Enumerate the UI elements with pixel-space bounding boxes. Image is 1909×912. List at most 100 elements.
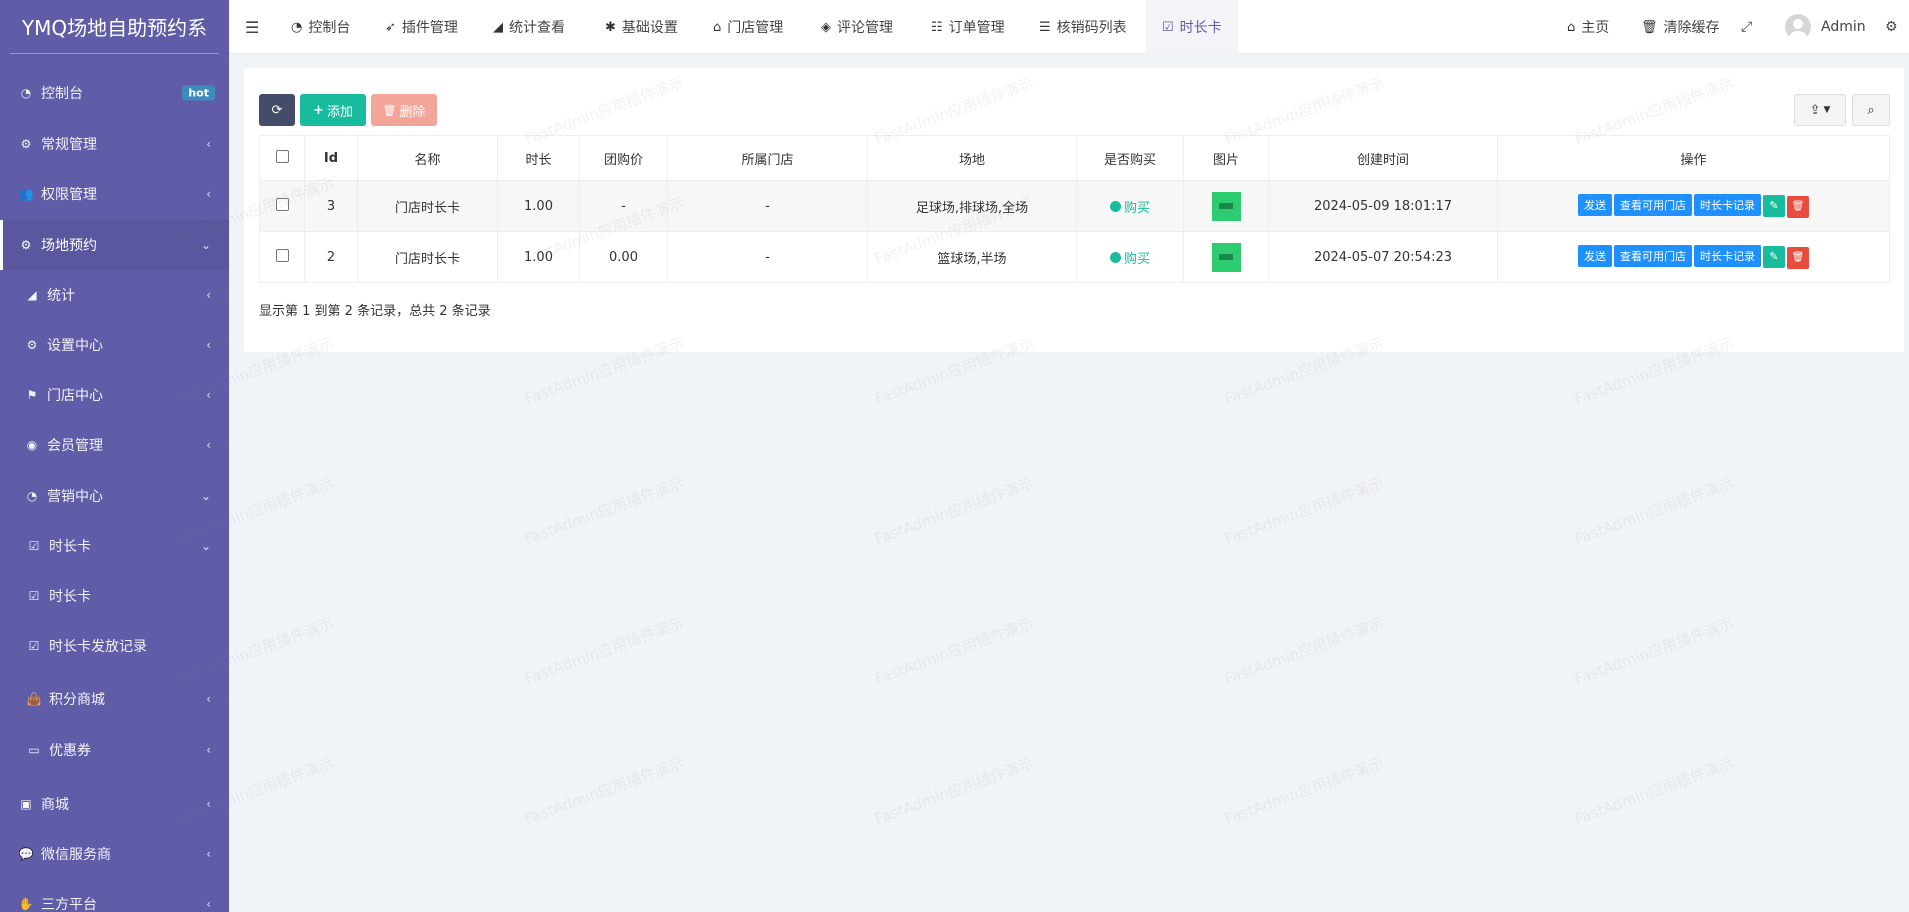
tab-label: 评论管理	[837, 20, 893, 36]
calendar-check-icon: ☑	[28, 639, 40, 653]
briefcase-icon: ▣	[20, 797, 32, 811]
row-checkbox[interactable]	[275, 248, 289, 262]
refresh-button[interactable]: ⟳	[259, 94, 295, 126]
cogs-icon: ⚙	[1885, 19, 1898, 35]
table-row[interactable]: 2 门店时长卡 1.00 0.00 - 篮球场,半场 购买 2024-05-07…	[259, 231, 1890, 283]
home-link[interactable]: ⌂ 主页	[1567, 0, 1609, 54]
cell-venue: 足球场,排球场,全场	[867, 180, 1077, 232]
cell-id: 3	[304, 180, 358, 232]
fullscreen-button[interactable]: ⤢	[1741, 0, 1752, 54]
user-menu[interactable]: Admin	[1785, 0, 1866, 54]
view-stores-button[interactable]: 查看可用门店	[1614, 194, 1692, 217]
tab-order-manage[interactable]: ☷ 订单管理	[931, 0, 1005, 54]
send-button[interactable]: 发送	[1578, 194, 1612, 217]
col-buy[interactable]: 是否购买	[1076, 135, 1184, 181]
sidebar-item-duration-card-records[interactable]: ☑ 时长卡发放记录	[0, 621, 229, 671]
sidebar-item-marketing[interactable]: ◔ 营销中心 ⌄	[0, 471, 229, 521]
dashboard-icon: ◔	[291, 19, 303, 35]
tab-label: 时长卡	[1179, 20, 1222, 36]
col-id[interactable]: Id	[304, 135, 358, 181]
sidebar-item-wechat-provider[interactable]: 💬 微信服务商 ‹	[0, 829, 229, 879]
thumbnail-image[interactable]	[1211, 242, 1241, 272]
sidebar-item-permissions[interactable]: 👥 权限管理 ‹	[0, 169, 229, 219]
delete-row-button[interactable]: 🗑	[1787, 195, 1809, 218]
status-dot-icon	[1109, 200, 1121, 212]
chevron-left-icon: ‹	[206, 897, 211, 911]
add-button[interactable]: + 添加	[300, 94, 366, 126]
card-records-button[interactable]: 时长卡记录	[1694, 194, 1761, 217]
col-store[interactable]: 所属门店	[667, 135, 868, 181]
sidebar-item-settings[interactable]: ⚙ 设置中心 ‹	[0, 320, 229, 370]
calendar-check-icon: ☑	[28, 589, 40, 603]
chevron-down-icon: ⌄	[200, 238, 211, 252]
clear-cache-button[interactable]: 🗑 清除缓存	[1641, 0, 1720, 54]
status-dot-icon	[1109, 251, 1121, 263]
sidebar-item-coupons[interactable]: ▭ 优惠券 ‹	[0, 725, 229, 775]
delete-button[interactable]: 🗑 删除	[371, 94, 437, 126]
tab-comment-manage[interactable]: ◈ 评论管理	[821, 0, 893, 54]
tab-duration-card[interactable]: ☑ 时长卡	[1146, 0, 1238, 54]
row-checkbox[interactable]	[275, 197, 289, 211]
brand-logo[interactable]: YMQ场地自助预约系	[10, 0, 219, 54]
sidebar-item-third-party[interactable]: ✋ 三方平台 ‹	[0, 879, 229, 912]
sidebar-item-store-center[interactable]: ⚑ 门店中心 ‹	[0, 370, 229, 420]
cell-created: 2024-05-07 20:54:23	[1268, 231, 1498, 283]
watermark: FastAdmin应用插件演示	[522, 473, 687, 549]
sidebar-item-members[interactable]: ◉ 会员管理 ‹	[0, 420, 229, 470]
thumbnail-image[interactable]	[1211, 191, 1241, 221]
col-name[interactable]: 名称	[357, 135, 498, 181]
sidebar-item-label: 场地预约	[41, 238, 97, 254]
edit-button[interactable]: ✎	[1763, 194, 1785, 217]
list-ol-icon: ☰	[1039, 19, 1051, 35]
sidebar-item-label: 微信服务商	[41, 847, 111, 863]
home-label: 主页	[1581, 20, 1610, 36]
users-icon: 👥	[18, 187, 34, 201]
sidebar-item-duration-card[interactable]: ☑ 时长卡	[0, 571, 229, 621]
sidebar-item-label: 优惠券	[49, 743, 91, 759]
sidebar-item-dashboard[interactable]: ◔ 控制台 hot	[0, 68, 229, 118]
col-created[interactable]: 创建时间	[1268, 135, 1498, 181]
tab-verify-code-list[interactable]: ☰ 核销码列表	[1039, 0, 1127, 54]
table-header-row: Id 名称 时长 团购价 所属门店 场地 是否购买 图片 创建时间 操作	[259, 135, 1890, 181]
sidebar-item-points-mall[interactable]: 👜 积分商城 ‹	[0, 674, 229, 724]
edit-button[interactable]: ✎	[1763, 245, 1785, 268]
view-stores-button[interactable]: 查看可用门店	[1614, 245, 1692, 268]
settings-button[interactable]: ⚙	[1885, 0, 1898, 54]
home-icon: ⌂	[1567, 19, 1576, 35]
sidebar-item-duration-card-group[interactable]: ☑ 时长卡 ⌄	[0, 521, 229, 571]
cell-venue: 篮球场,半场	[867, 231, 1077, 283]
col-venue[interactable]: 场地	[867, 135, 1077, 181]
list-icon: ☷	[931, 19, 943, 35]
col-group-price[interactable]: 团购价	[579, 135, 668, 181]
send-button[interactable]: 发送	[1578, 245, 1612, 268]
tab-plugin-manage[interactable]: ➶ 插件管理	[385, 0, 458, 54]
col-image[interactable]: 图片	[1183, 135, 1269, 181]
export-button[interactable]: ⇪ ▼	[1794, 94, 1846, 126]
cell-operations: 发送 查看可用门店 时长卡记录 ✎ 🗑	[1497, 180, 1890, 232]
table-row[interactable]: 3 门店时长卡 1.00 - - 足球场,排球场,全场 购买 2024-05-0…	[259, 180, 1890, 232]
watermark: FastAdmin应用插件演示	[1572, 473, 1737, 549]
card-records-button[interactable]: 时长卡记录	[1694, 245, 1761, 268]
col-duration[interactable]: 时长	[497, 135, 580, 181]
expand-icon: ⤢	[1741, 19, 1753, 35]
sidebar-item-statistics[interactable]: ◢ 统计 ‹	[0, 270, 229, 320]
tab-dashboard[interactable]: ◔ 控制台	[291, 0, 350, 54]
pagination-info: 显示第 1 到第 2 条记录，总共 2 条记录	[259, 304, 491, 319]
tab-store-manage[interactable]: ⌂ 门店管理	[713, 0, 783, 54]
sidebar-item-label: 商城	[41, 797, 69, 813]
tab-basic-settings[interactable]: ✱ 基础设置	[605, 0, 678, 54]
chevron-down-icon: ⌄	[200, 539, 211, 553]
sidebar-item-general[interactable]: ⚙ 常规管理 ‹	[0, 119, 229, 169]
pencil-icon: ✎	[1769, 199, 1779, 213]
sidebar-item-venue-booking[interactable]: ⚙ 场地预约 ⌄	[0, 220, 229, 270]
sidebar-item-mall[interactable]: ▣ 商城 ‹	[0, 779, 229, 829]
tab-statistics[interactable]: ◢ 统计查看	[493, 0, 565, 54]
buy-status[interactable]: 购买	[1109, 248, 1150, 267]
select-all-checkbox[interactable]	[275, 149, 289, 163]
avatar	[1785, 14, 1811, 40]
buy-status[interactable]: 购买	[1109, 197, 1150, 216]
search-button[interactable]: ⌕	[1852, 94, 1890, 126]
sidebar-toggle-button[interactable]: ☰	[245, 0, 259, 54]
delete-row-button[interactable]: 🗑	[1787, 246, 1809, 269]
search-icon: ⌕	[1867, 102, 1875, 118]
